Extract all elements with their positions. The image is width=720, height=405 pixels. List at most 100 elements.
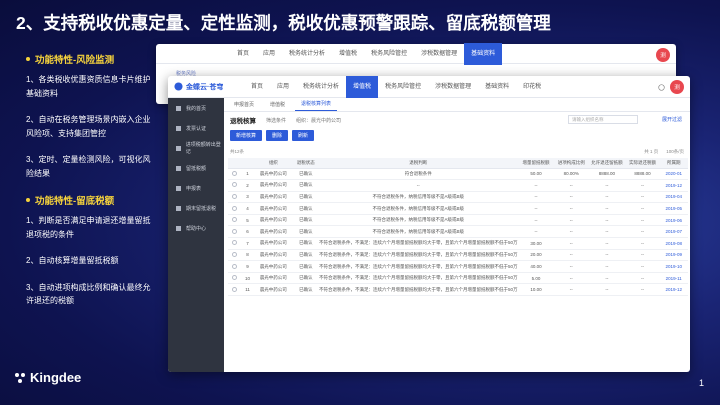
add-calculation-button[interactable]: 新增核算 [230,129,263,141]
pagination[interactable]: 共 1 页 [644,149,658,155]
radio-icon[interactable] [232,263,237,269]
nav-item-active[interactable]: 基础资料 [464,42,503,65]
table-cell[interactable]: 2019-12 [659,179,688,192]
column-header[interactable]: 允许退还留抵额 [588,158,626,169]
row-select[interactable] [228,249,242,262]
table-row[interactable]: 1 晨光中药公司 已确认 符合退税条件 50.00 80.00% 8888.00 8888.0… [228,168,688,181]
radio-icon[interactable] [232,205,237,211]
help-icon[interactable] [658,83,665,91]
radio-icon[interactable] [232,286,237,292]
nav-item[interactable]: 印花税 [516,76,548,98]
table-cell[interactable]: 2019-09 [659,249,688,262]
radio-icon[interactable] [232,251,237,257]
table-row[interactable]: 3 晨光中药公司 已确认 不符合退税条件，纳税信用等级不是A级或B级 -- -- -- -- 2… [228,191,688,204]
row-select[interactable] [228,260,242,273]
radio-icon[interactable] [232,275,237,281]
sidebar-item-refund[interactable]: 期末留抵退税 [168,198,224,218]
app-window: 金蝶云·苍穹 首页 应用 税务统计分析 增值税 税务风险管控 涉税数据管理 基础… [168,76,690,372]
sidebar-item-home[interactable]: 我的首页 [168,98,224,118]
sidebar-item-help[interactable]: 帮助中心 [168,218,224,238]
sidebar-item-retained[interactable]: 留抵税额 [168,158,224,178]
column-header[interactable]: 进项构成比例 [554,158,589,169]
row-select[interactable] [228,168,242,181]
radio-icon[interactable] [232,182,237,188]
nav-item[interactable]: 税务风险管控 [378,76,428,98]
table-cell: 不符合退税条件，纳税信用等级不是A级或B级 [319,191,518,204]
table-cell: -- [554,283,589,297]
nav-item[interactable]: 应用 [256,43,282,65]
nav-item[interactable]: 税务统计分析 [282,43,332,65]
table-row[interactable]: 4 晨光中药公司 已确认 不符合退税条件，纳税信用等级不是A级或B级 -- -- -- -- 2… [228,202,688,215]
nav-item[interactable]: 税务风险管控 [364,43,414,65]
avatar[interactable]: 测 [670,80,684,94]
table-cell[interactable]: 2019-10 [659,260,688,273]
column-header[interactable]: 所属期 [659,158,688,169]
table-row[interactable]: 6 晨光中药公司 已确认 不符合退税条件，纳税信用等级不是A级或B级 -- -- -- -- 2… [228,225,688,239]
table-cell: 2 [241,179,255,192]
table-row[interactable]: 11 晨光中药公司 已确认 不符合退税条件，不满足：连续六个月增量留抵税额均大于零，且… [228,283,688,297]
column-header[interactable]: 组织 [254,158,293,169]
table-row[interactable]: 5 晨光中药公司 已确认 不符合退税条件，纳税信用等级不是A级或B级 -- -- -- -- 2… [228,214,688,227]
column-header[interactable]: 实际退还税额 [625,158,660,169]
row-select[interactable] [228,179,242,192]
sidebar-item-declaration[interactable]: 申报表 [168,178,224,198]
nav-item[interactable]: 涉税数据管理 [414,43,464,65]
row-select[interactable] [228,202,242,215]
table-cell[interactable]: 2019-07 [659,225,688,239]
nav-item-active[interactable]: 增值税 [346,76,379,98]
search-input[interactable]: 请输入组织名称 [568,115,638,124]
nav-item[interactable]: 应用 [270,76,296,98]
nav-item[interactable]: 首页 [244,76,270,98]
table-cell[interactable]: 2019-11 [659,272,688,285]
table-cell[interactable]: 2019-06 [659,214,688,227]
column-header[interactable]: 退税状态 [292,158,320,169]
table-cell: 不符合退税条件，不满足：连续六个月增量留抵税额均大于零，且第六个月增量留抵税额不… [319,249,518,262]
avatar[interactable]: 测 [656,48,670,62]
tab-refund-list[interactable]: 退税核算列表 [295,100,338,111]
page-size-select[interactable]: 100条/页 [666,149,684,155]
sidebar-item-transfer[interactable]: 进项税额转出登记 [168,138,224,158]
radio-icon[interactable] [232,170,237,176]
filter-value[interactable]: 组织：晨光中药公司 [296,117,341,124]
row-select[interactable] [228,191,242,204]
nav-item[interactable]: 税务统计分析 [296,76,346,98]
column-header[interactable]: 退税判断 [319,158,518,169]
table-cell: 晨光中药公司 [254,249,293,262]
expand-filter-link[interactable]: 展开过滤 [662,116,682,123]
table-cell: -- [588,214,626,227]
nav-item[interactable]: 首页 [230,43,256,65]
row-select[interactable] [228,272,242,285]
nav-item[interactable]: 基础资料 [478,76,516,98]
radio-icon[interactable] [232,240,237,246]
kingdee-mark-icon [15,372,25,383]
table-cell: -- [588,225,626,239]
refresh-button[interactable]: 刷新 [292,129,315,141]
table-row[interactable]: 8 晨光中药公司 已确认 不符合退税条件，不满足：连续六个月增量留抵税额均大于零，且第… [228,249,688,262]
table-cell[interactable]: 2019-12 [659,283,688,297]
delete-button[interactable]: 删除 [266,129,289,141]
table-cell[interactable]: 2019-04 [659,191,688,204]
sidebar-item-invoice[interactable]: 发票认证 [168,118,224,138]
column-header[interactable] [241,158,255,169]
radio-icon[interactable] [232,228,237,234]
row-select[interactable] [228,237,242,250]
column-header[interactable]: 增量留抵税额 [517,158,555,169]
table-row[interactable]: 9 晨光中药公司 已确认 不符合退税条件，不满足：连续六个月增量留抵税额均大于零，且第… [228,260,688,273]
table-cell[interactable]: 2019-08 [659,237,688,250]
tab-vat[interactable]: 增值税 [264,101,291,111]
table-row[interactable]: 7 晨光中药公司 已确认 不符合退税条件，不满足：连续六个月增量留抵税额均大于零，且第… [228,237,688,250]
row-select[interactable] [228,225,242,239]
nav-item[interactable]: 增值税 [332,43,364,65]
row-select[interactable] [228,283,242,297]
row-select[interactable] [228,214,242,227]
table-cell: 3 [241,191,255,204]
table-cell: -- [625,283,660,297]
table-cell[interactable]: 2020-01 [659,168,688,181]
table-cell[interactable]: 2019-05 [659,202,688,215]
table-row[interactable]: 10 晨光中药公司 已确认 不符合退税条件，不满足：连续六个月增量留抵税额均大于零，且… [228,272,688,285]
radio-icon[interactable] [232,217,237,223]
table-row[interactable]: 2 晨光中药公司 已确认 -- -- -- -- -- 2019-12 [228,179,688,192]
tab-declaration-home[interactable]: 申报首页 [228,101,260,111]
nav-item[interactable]: 涉税数据管理 [428,76,478,98]
radio-icon[interactable] [232,193,237,199]
